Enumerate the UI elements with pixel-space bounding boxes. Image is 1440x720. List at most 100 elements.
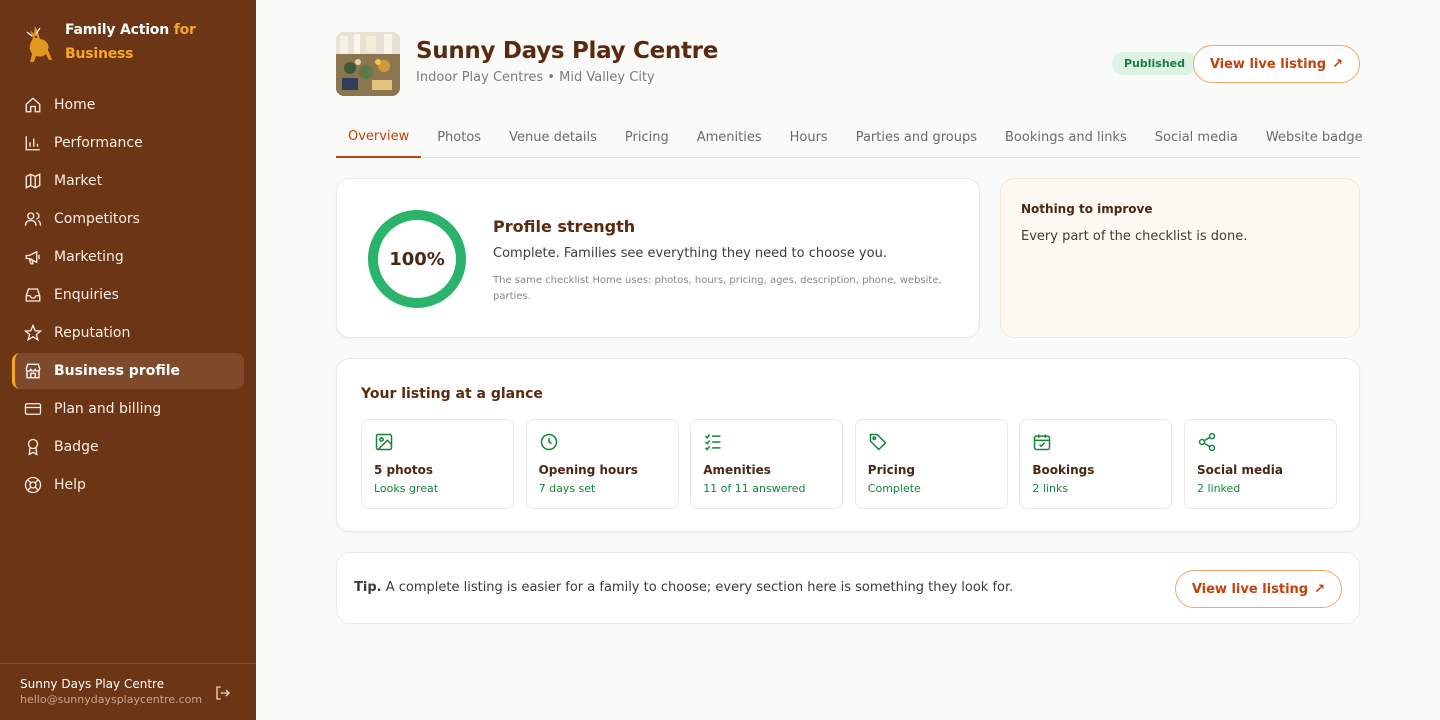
tile-title: Amenities	[703, 463, 771, 477]
profile-strength-note: The same checklist Home uses: photos, ho…	[493, 275, 942, 302]
profile-tabs: Overview Photos Venue details Pricing Am…	[336, 116, 1363, 158]
venue-header: Sunny Days Play Centre Indoor Play Centr…	[336, 32, 1360, 96]
sidebar-item-label: Home	[54, 97, 96, 113]
button-label: View live listing	[1209, 56, 1327, 72]
award-icon	[27, 438, 39, 456]
credit-card-icon	[24, 403, 42, 415]
sidebar-item-label: Performance	[54, 135, 143, 151]
megaphone-icon	[25, 250, 40, 265]
map-icon	[25, 173, 41, 189]
tip-card: Tip. A complete listing is easier for a …	[336, 552, 1360, 624]
brand-name: Family Action for Business	[65, 22, 196, 62]
venue-category-location: Indoor Play Centres • Mid Valley City	[416, 70, 655, 85]
venue-thumbnail	[336, 32, 400, 96]
external-arrow-icon: ↗	[1314, 581, 1325, 597]
tab-website-badge[interactable]: Website badge	[1254, 116, 1375, 158]
tab-photos[interactable]: Photos	[425, 116, 493, 158]
tile-status: Complete	[867, 482, 921, 495]
venue-photo-icon	[336, 32, 400, 96]
inbox-icon	[25, 288, 41, 302]
sidebar-item-label: Badge	[54, 439, 99, 455]
sidebar-item-label: Market	[54, 173, 103, 189]
improvements-card: Nothing to improve Every part of the che…	[1000, 178, 1360, 338]
sidebar-item-label: Plan and billing	[54, 401, 162, 417]
calendar-check-icon	[1034, 434, 1051, 451]
profile-strength-percent: 100%	[389, 248, 445, 270]
button-label: View live listing	[1191, 581, 1309, 597]
sidebar-item-home[interactable]: Home	[12, 87, 244, 123]
status-badge: Published	[1112, 52, 1198, 75]
sidebar-item-label: Help	[54, 477, 86, 493]
profile-strength-description: Complete. Families see everything they n…	[493, 246, 887, 261]
listing-glance-card: Your listing at a glance 5 photos Looks …	[336, 358, 1360, 532]
sidebar-item-help[interactable]: Help	[12, 467, 244, 503]
tile-title: Bookings	[1032, 463, 1095, 477]
view-live-listing-button-secondary[interactable]: View live listing ↗	[1174, 570, 1342, 608]
tab-hours[interactable]: Hours	[778, 116, 840, 158]
external-arrow-icon: ↗	[1332, 56, 1343, 72]
tab-pricing[interactable]: Pricing	[613, 116, 681, 158]
sidebar: Family Action for Business Home Performa…	[0, 0, 256, 720]
sidebar-item-badge[interactable]: Badge	[12, 429, 244, 465]
tile-status: Looks great	[374, 482, 439, 495]
sidebar-item-competitors[interactable]: Competitors	[12, 201, 244, 237]
tile-title: 5 photos	[374, 463, 434, 477]
sidebar-item-label: Competitors	[54, 211, 140, 227]
users-icon	[24, 212, 42, 226]
main-content: Sunny Days Play Centre Indoor Play Centr…	[336, 0, 1363, 720]
tile-status: 2 linked	[1196, 482, 1241, 495]
tip-lead: Tip.	[354, 580, 382, 595]
glance-title: Your listing at a glance	[361, 386, 543, 402]
share-icon	[1198, 432, 1216, 452]
sidebar-item-plan-billing[interactable]: Plan and billing	[12, 391, 244, 427]
help-lifebuoy-icon	[24, 476, 42, 494]
glance-tile-hours[interactable]: Opening hours 7 days set	[525, 419, 679, 509]
image-icon	[375, 433, 393, 451]
profile-strength-title: Profile strength	[493, 217, 636, 236]
tip-body: A complete listing is easier for a famil…	[385, 580, 1014, 595]
glance-tile-social[interactable]: Social media 2 linked	[1183, 419, 1337, 509]
sidebar-item-reputation[interactable]: Reputation	[12, 315, 244, 351]
account-footer: Sunny Days Play Centre hello@sunnydayspl…	[0, 663, 256, 720]
sidebar-item-enquiries[interactable]: Enquiries	[12, 277, 244, 313]
account-email: hello@sunnydaysplaycentre.com	[20, 693, 203, 706]
kangaroo-logo-icon	[26, 26, 52, 62]
sidebar-item-business-profile[interactable]: Business profile	[12, 353, 244, 389]
improvements-text: Every part of the checklist is done.	[1021, 229, 1248, 244]
tile-status: 7 days set	[538, 482, 596, 495]
tab-venue-details[interactable]: Venue details	[497, 116, 609, 158]
sidebar-item-performance[interactable]: Performance	[12, 125, 244, 161]
glance-tile-pricing[interactable]: Pricing Complete	[854, 419, 1008, 509]
profile-strength-card: 100% Profile strength Complete. Families…	[336, 178, 980, 338]
logout-icon[interactable]	[214, 684, 232, 702]
tip-text: Tip. A complete listing is easier for a …	[354, 580, 1013, 595]
improvements-title: Nothing to improve	[1021, 202, 1153, 216]
clock-icon	[540, 433, 557, 451]
tab-parties-groups[interactable]: Parties and groups	[844, 116, 989, 158]
sidebar-item-market[interactable]: Market	[12, 163, 244, 199]
glance-tile-bookings[interactable]: Bookings 2 links	[1019, 419, 1173, 509]
star-icon	[24, 324, 42, 342]
tile-status: 11 of 11 answered	[703, 482, 806, 495]
tile-title: Social media	[1196, 463, 1283, 477]
glance-tiles: 5 photos Looks great Opening hours 7 day…	[361, 419, 1349, 509]
account-name: Sunny Days Play Centre	[20, 677, 165, 691]
sidebar-item-label: Business profile	[54, 363, 180, 379]
sidebar-nav: Home Performance Market Competitors Mark…	[12, 87, 244, 505]
tab-social-media[interactable]: Social media	[1143, 116, 1250, 158]
tab-overview[interactable]: Overview	[336, 116, 422, 158]
sidebar-item-label: Marketing	[54, 249, 124, 265]
brand[interactable]: Family Action for Business	[24, 18, 196, 66]
glance-tile-amenities[interactable]: Amenities 11 of 11 answered	[690, 419, 844, 509]
tile-title: Opening hours	[538, 463, 638, 477]
tag-icon	[869, 433, 887, 451]
glance-tile-photos[interactable]: 5 photos Looks great	[361, 419, 514, 509]
tile-title: Pricing	[867, 463, 915, 477]
sidebar-item-marketing[interactable]: Marketing	[12, 239, 244, 275]
sidebar-item-label: Reputation	[54, 325, 131, 341]
checklist-icon	[705, 434, 721, 451]
tab-amenities[interactable]: Amenities	[685, 116, 774, 158]
tab-bookings-links[interactable]: Bookings and links	[993, 116, 1139, 158]
home-icon	[25, 97, 41, 113]
view-live-listing-button[interactable]: View live listing ↗	[1192, 45, 1360, 83]
